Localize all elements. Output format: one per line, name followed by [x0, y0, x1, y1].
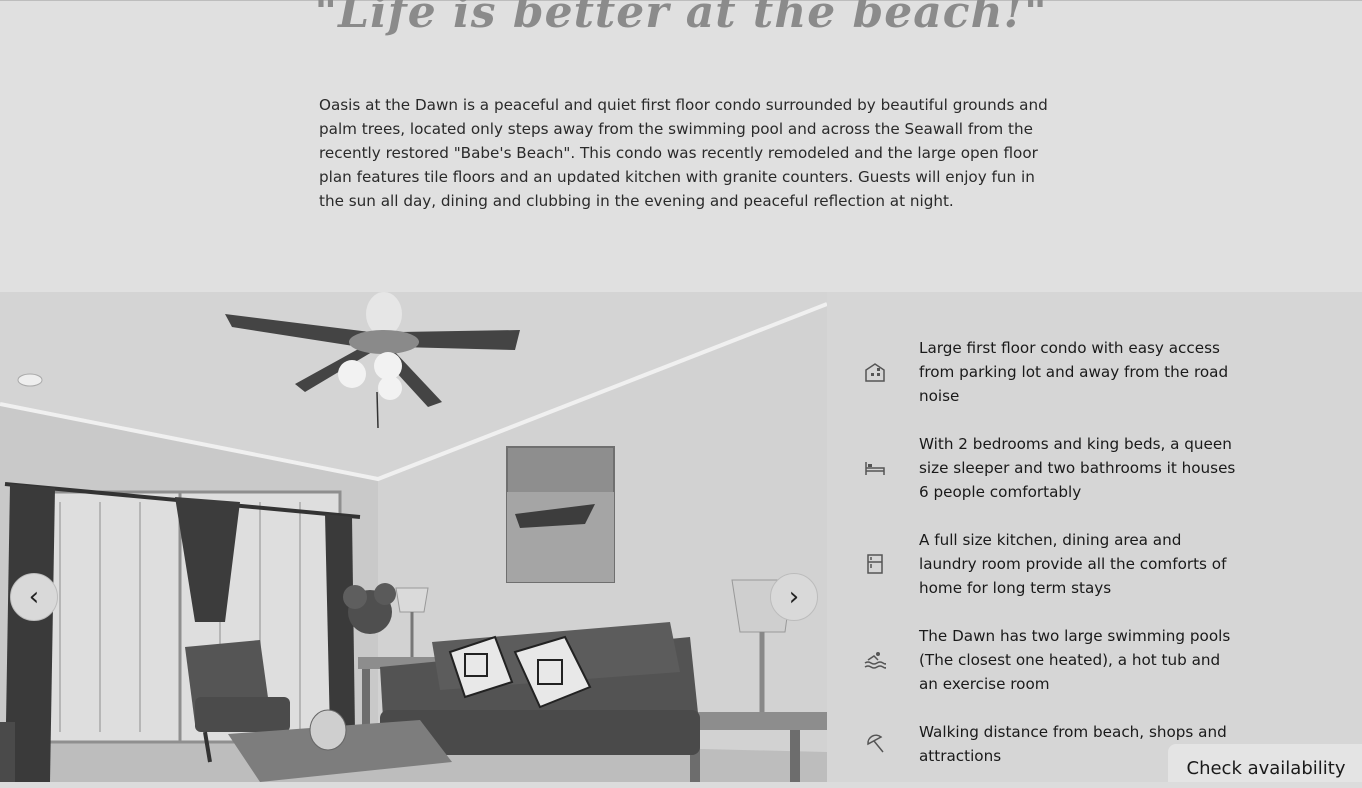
tagline-heading: "Life is better at the beach!": [314, 0, 1048, 38]
feature-text: Large first floor condo with easy access…: [919, 339, 1229, 405]
bed-icon: [863, 456, 887, 480]
features-list: Large first floor condo with easy access…: [827, 292, 1362, 782]
feature-item: A full size kitchen, dining area and lau…: [863, 528, 1243, 600]
building-icon: [863, 360, 887, 384]
chevron-left-icon: ‹: [28, 582, 40, 612]
pool-icon: [863, 648, 887, 672]
feature-item: With 2 bedrooms and king beds, a queen s…: [863, 432, 1243, 504]
feature-item: Large first floor condo with easy access…: [863, 336, 1243, 408]
gallery-prev-button[interactable]: ‹: [10, 573, 58, 621]
living-room-photo: [0, 292, 827, 782]
gallery-next-button[interactable]: ›: [770, 573, 818, 621]
feature-text: With 2 bedrooms and king beds, a queen s…: [919, 435, 1236, 501]
fridge-icon: [863, 552, 887, 576]
chevron-right-icon: ›: [788, 582, 800, 612]
feature-text: The Dawn has two large swimming pools (T…: [919, 627, 1231, 693]
intro-section: "Life is better at the beach!" Oasis at …: [0, 0, 1362, 293]
photo-gallery[interactable]: ‹ ›: [0, 292, 827, 782]
check-availability-button[interactable]: Check availability: [1168, 744, 1362, 782]
feature-item: The Dawn has two large swimming pools (T…: [863, 624, 1243, 696]
beach-umbrella-icon: [863, 732, 887, 756]
property-description: Oasis at the Dawn is a peaceful and quie…: [319, 96, 1048, 210]
check-availability-label: Check availability: [1186, 758, 1346, 779]
feature-text: A full size kitchen, dining area and lau…: [919, 531, 1227, 597]
